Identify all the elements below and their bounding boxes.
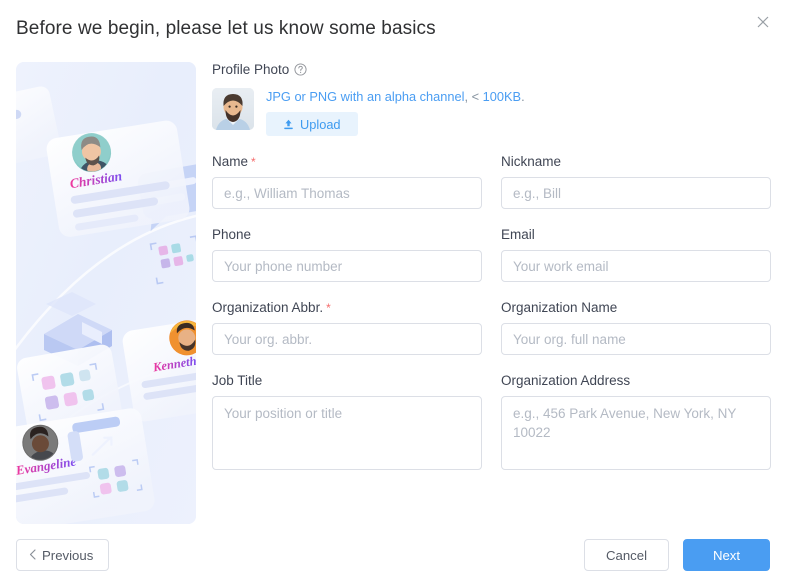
name-label: Name * bbox=[212, 154, 482, 169]
profile-photo-label-text: Profile Photo bbox=[212, 62, 290, 77]
basics-form: Profile Photo JPG or PNG with an alpha c… bbox=[212, 62, 771, 475]
dialog-title: Before we begin, please let us know some… bbox=[16, 18, 436, 39]
field-email: Email bbox=[501, 227, 771, 282]
dialog-footer: Previous Cancel Next bbox=[16, 539, 770, 571]
phone-label: Phone bbox=[212, 227, 252, 242]
email-label: Email bbox=[501, 227, 535, 242]
field-org-address: Organization Address bbox=[501, 373, 771, 475]
name-input[interactable] bbox=[212, 177, 482, 209]
field-nickname: Nickname bbox=[501, 154, 771, 209]
job-title-input[interactable] bbox=[212, 396, 482, 470]
profile-photo-label: Profile Photo bbox=[212, 62, 770, 77]
nickname-label: Nickname bbox=[501, 154, 562, 169]
avatar bbox=[212, 88, 254, 130]
org-abbr-required-marker: * bbox=[326, 301, 331, 315]
form-row-contact: Phone Email bbox=[212, 227, 771, 282]
photo-hint-period: . bbox=[521, 89, 525, 104]
field-org-abbr: Organization Abbr. * bbox=[212, 300, 482, 355]
photo-size-operator: < bbox=[471, 89, 483, 104]
field-phone: Phone bbox=[212, 227, 482, 282]
org-name-input[interactable] bbox=[501, 323, 771, 355]
email-input[interactable] bbox=[501, 250, 771, 282]
onboarding-illustration: Christian Kenneth Evangeline bbox=[16, 62, 196, 524]
org-abbr-label-text: Organization Abbr. bbox=[212, 300, 324, 315]
photo-hint-separator: , bbox=[464, 89, 472, 104]
job-title-label: Job Title bbox=[212, 373, 263, 388]
org-name-label: Organization Name bbox=[501, 300, 618, 315]
upload-icon bbox=[283, 119, 294, 130]
previous-button-label: Previous bbox=[42, 547, 94, 563]
upload-button-label: Upload bbox=[300, 116, 341, 132]
chevron-left-icon bbox=[29, 548, 36, 562]
field-job-title: Job Title bbox=[212, 373, 482, 475]
onboarding-dialog: Before we begin, please let us know some… bbox=[0, 0, 786, 587]
upload-button[interactable]: Upload bbox=[266, 112, 358, 136]
org-address-label: Organization Address bbox=[501, 373, 631, 388]
form-row-organization: Organization Abbr.* Organization Name bbox=[212, 300, 771, 355]
name-label-text: Name bbox=[212, 154, 249, 169]
photo-size-link[interactable]: 100KB bbox=[483, 89, 521, 104]
org-abbr-input[interactable] bbox=[212, 323, 482, 355]
phone-input[interactable] bbox=[212, 250, 482, 282]
field-name: Name * bbox=[212, 154, 482, 209]
org-abbr-label: Organization Abbr. * bbox=[212, 300, 482, 315]
question-circle-icon[interactable] bbox=[294, 63, 307, 76]
profile-photo-hint: JPG or PNG with an alpha channel, < 100K… bbox=[266, 89, 525, 105]
profile-photo-row: JPG or PNG with an alpha channel, < 100K… bbox=[212, 88, 770, 136]
name-required-marker: * bbox=[251, 155, 256, 169]
next-button[interactable]: Next bbox=[683, 539, 770, 571]
close-icon[interactable] bbox=[752, 11, 774, 33]
photo-format-link[interactable]: JPG or PNG with an alpha channel bbox=[266, 89, 464, 104]
profile-photo-details: JPG or PNG with an alpha channel, < 100K… bbox=[266, 88, 525, 136]
nickname-input[interactable] bbox=[501, 177, 771, 209]
cancel-button[interactable]: Cancel bbox=[584, 539, 669, 571]
form-row-name: Name* Nickname bbox=[212, 154, 771, 209]
previous-button[interactable]: Previous bbox=[16, 539, 110, 571]
org-address-input[interactable] bbox=[501, 396, 771, 470]
field-org-name: Organization Name bbox=[501, 300, 771, 355]
form-row-job: Job Title Organization Address bbox=[212, 373, 771, 475]
